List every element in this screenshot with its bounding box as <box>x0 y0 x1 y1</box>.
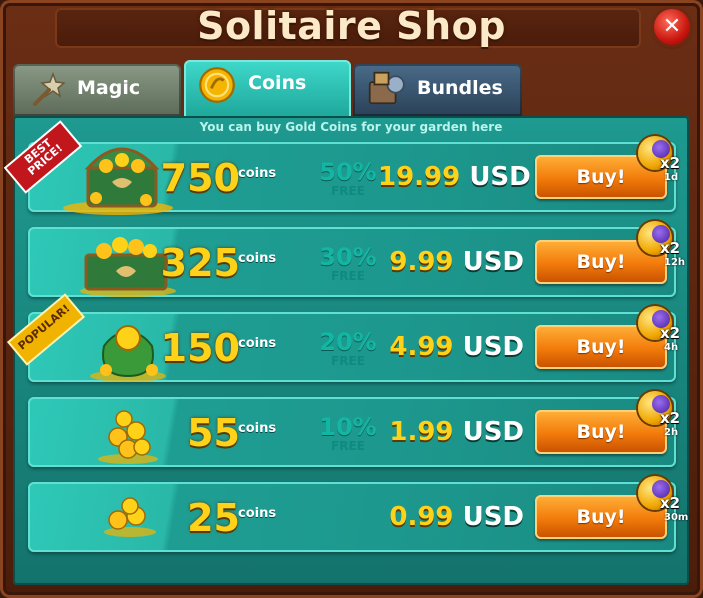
boost-duration: 2h <box>664 427 679 438</box>
tab-magic[interactable]: Magic <box>13 64 181 116</box>
bonus-percent: 50% <box>319 158 377 186</box>
offer-row: POPULAR! 150 coins 20% FREE 4.99 USD Buy… <box>9 296 680 382</box>
boost-badge: x2 12h <box>638 221 686 271</box>
price-value: 19.99 <box>378 162 461 192</box>
price: 4.99 USD <box>378 332 524 362</box>
price-value: 4.99 <box>389 332 454 362</box>
price-currency: USD <box>462 247 524 277</box>
coin-unit: coins <box>238 251 277 266</box>
tab-coins[interactable]: Coins <box>184 60 351 118</box>
coin-amount: 55 <box>187 411 240 455</box>
coin-amount: 150 <box>160 326 240 370</box>
boost-multiplier: x2 <box>660 409 681 427</box>
window-title: Solitaire Shop <box>197 4 506 48</box>
price-value: 1.99 <box>389 417 454 447</box>
boost-duration: 1d <box>664 172 679 183</box>
boost-duration: 4h <box>664 342 679 353</box>
boost-badge: x2 2h <box>638 391 686 441</box>
price-currency: USD <box>462 502 524 532</box>
coin-amount: 325 <box>160 241 240 285</box>
offer-row: 325 coins 30% FREE 9.99 USD Buy! x2 12h <box>28 221 685 297</box>
bonus-percent: 10% <box>319 413 377 441</box>
bonus-label: FREE <box>331 184 365 198</box>
close-icon: ✕ <box>662 14 682 39</box>
boost-badge: x2 30m <box>638 476 689 526</box>
price: 19.99 USD <box>378 162 531 192</box>
panel-subtitle: You can buy Gold Coins for your garden h… <box>199 120 503 134</box>
bonus-label: FREE <box>331 439 365 453</box>
boost-multiplier: x2 <box>660 324 681 342</box>
coin-amount: 25 <box>187 496 240 540</box>
price: 1.99 USD <box>378 417 524 447</box>
bonus-percent: 30% <box>319 243 377 271</box>
boost-badge: x2 1d <box>638 136 686 186</box>
tab-label: Magic <box>77 77 141 99</box>
price-value: 0.99 <box>389 502 454 532</box>
price-currency: USD <box>462 332 524 362</box>
offer-row: 25 coins 0.99 USD Buy! x2 30m <box>28 476 688 552</box>
price-currency: USD <box>469 162 531 192</box>
offer-row: 55 coins 10% FREE 1.99 USD Buy! x2 2h <box>28 391 680 467</box>
bonus-percent: 20% <box>319 328 377 356</box>
wand-icon <box>33 72 65 106</box>
coin-unit: coins <box>238 166 277 181</box>
tab-label: Coins <box>248 72 307 94</box>
boost-multiplier: x2 <box>660 239 681 257</box>
boost-duration: 30m <box>664 512 689 523</box>
tab-label: Bundles <box>417 77 503 99</box>
boost-multiplier: x2 <box>660 494 681 512</box>
price-value: 9.99 <box>389 247 454 277</box>
boost-badge: x2 4h <box>638 306 686 356</box>
price: 9.99 USD <box>378 247 524 277</box>
gold-coin-icon <box>199 67 235 103</box>
coin-unit: coins <box>238 506 277 521</box>
coin-amount: 750 <box>160 156 240 200</box>
price-currency: USD <box>462 417 524 447</box>
bundle-box-icon <box>368 71 405 105</box>
coin-unit: coins <box>238 421 277 436</box>
bonus-label: FREE <box>331 269 365 283</box>
tab-bundles[interactable]: Bundles <box>353 64 522 116</box>
boost-multiplier: x2 <box>660 154 681 172</box>
price: 0.99 USD <box>378 502 524 532</box>
close-button[interactable]: ✕ <box>654 9 690 45</box>
bonus-label: FREE <box>331 354 365 368</box>
coin-unit: coins <box>238 336 277 351</box>
boost-duration: 12h <box>664 257 686 268</box>
offer-row: BEST PRICE! 750 coins 50% FREE 19.99 USD… <box>6 123 680 215</box>
